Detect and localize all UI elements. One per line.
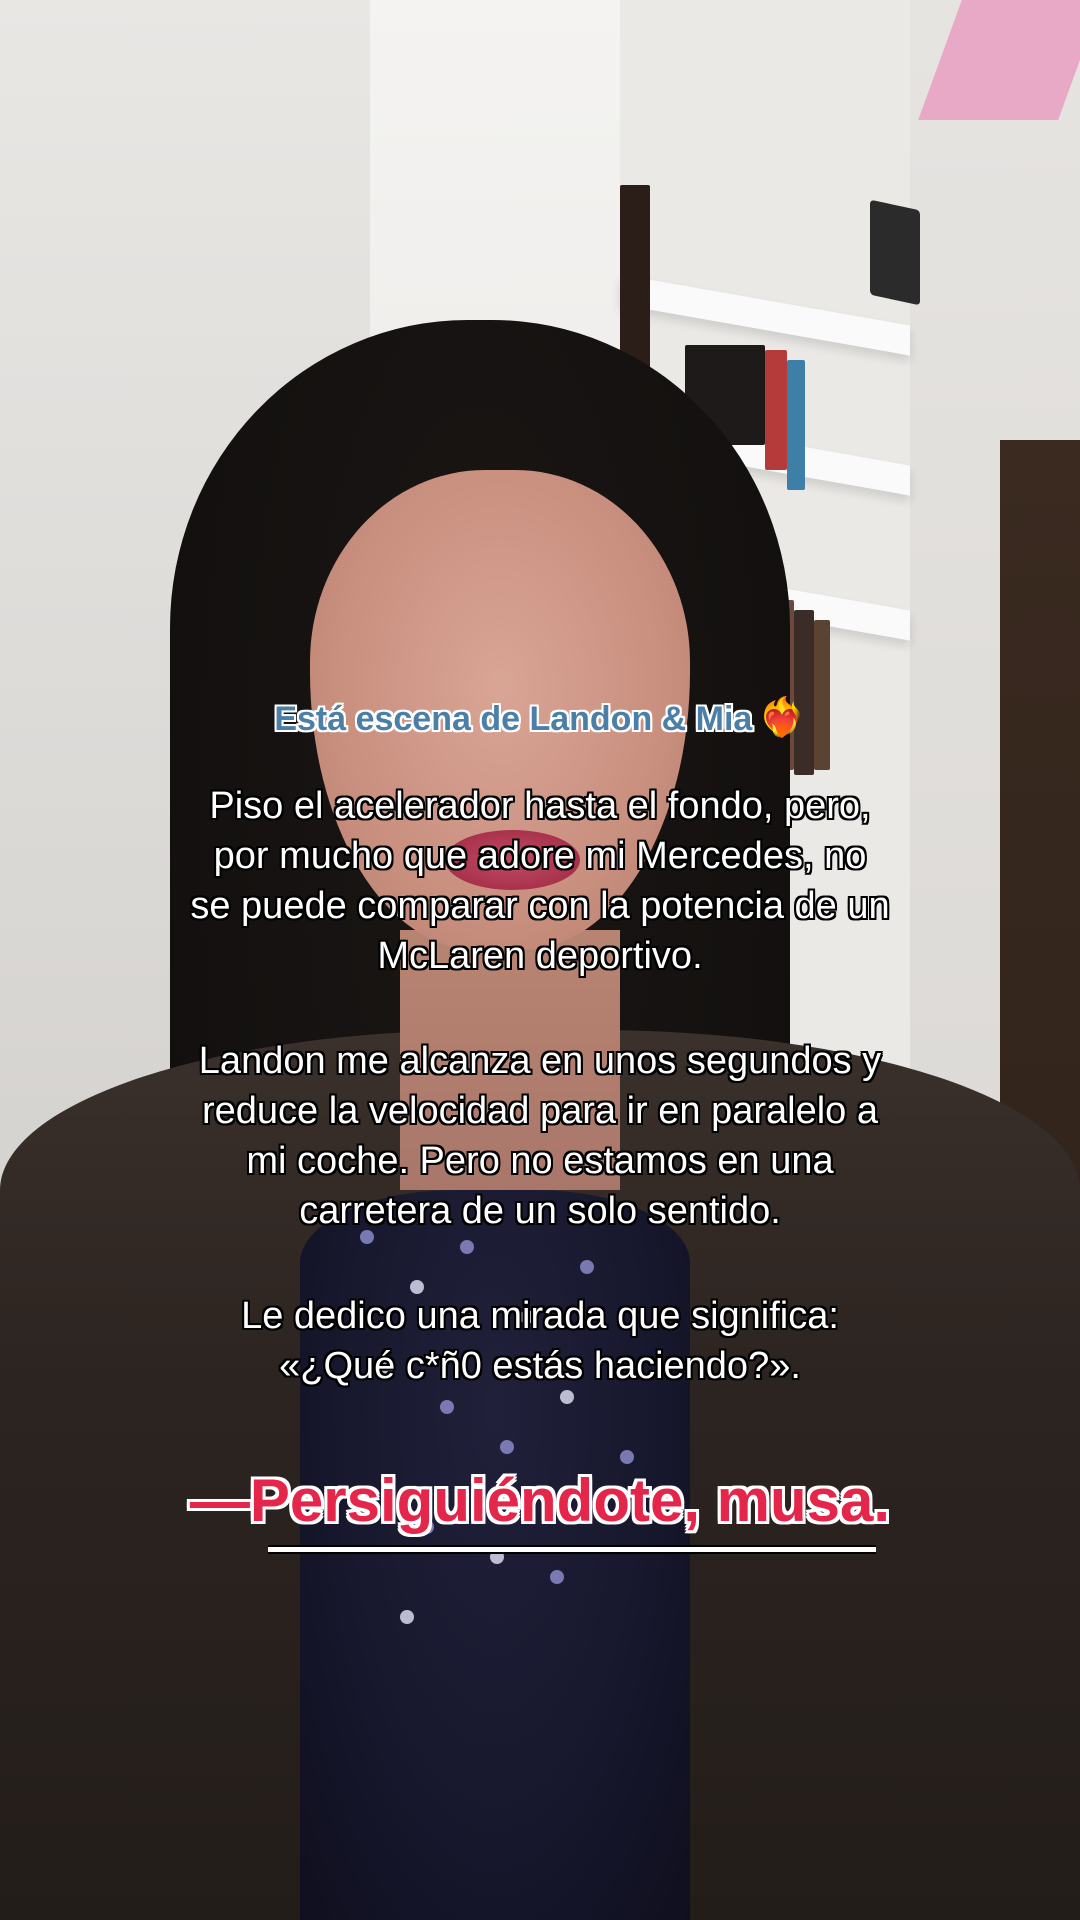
intro-text: Está escena de Landon & Mia — [274, 700, 753, 738]
caption-line: se puede comparar con la potencia de un — [190, 885, 890, 927]
heart-on-fire-icon: ❤️‍🔥 — [758, 697, 806, 739]
caption-line: McLaren deportivo. — [377, 935, 703, 977]
caption-line: reduce la velocidad para ir en paralelo … — [202, 1090, 878, 1132]
caption-line: Le dedico una mirada que significa: — [241, 1295, 839, 1337]
caption-line: por mucho que adore mi Mercedes, no — [213, 835, 867, 877]
caption-line: Piso el acelerador hasta el fondo, pero, — [209, 785, 871, 827]
caption-line: Landon me alcanza en unos segundos y — [198, 1040, 882, 1082]
intro-caption: Está escena de Landon & Mia ❤️‍🔥 — [0, 696, 1080, 740]
caption-paragraph-2: Landon me alcanza en unos segundos y red… — [120, 1036, 960, 1236]
caption-line: carretera de un solo sentido. — [299, 1190, 781, 1232]
video-frame: Está escena de Landon & Mia ❤️‍🔥 Piso el … — [0, 0, 1080, 1920]
caption-line: mi coche. Pero no estamos en una — [246, 1140, 834, 1182]
quote-caption: —Persiguiéndote, musa. — [189, 1467, 891, 1534]
caption-paragraph-3: Le dedico una mirada que significa: «¿Qu… — [120, 1291, 960, 1391]
caption-paragraph-1: Piso el acelerador hasta el fondo, pero,… — [120, 781, 960, 981]
caption-overlay: Está escena de Landon & Mia ❤️‍🔥 Piso el … — [0, 0, 1080, 1920]
caption-line: «¿Qué c*ñ0 estás haciendo?». — [279, 1345, 801, 1387]
quote-underline — [268, 1545, 876, 1554]
